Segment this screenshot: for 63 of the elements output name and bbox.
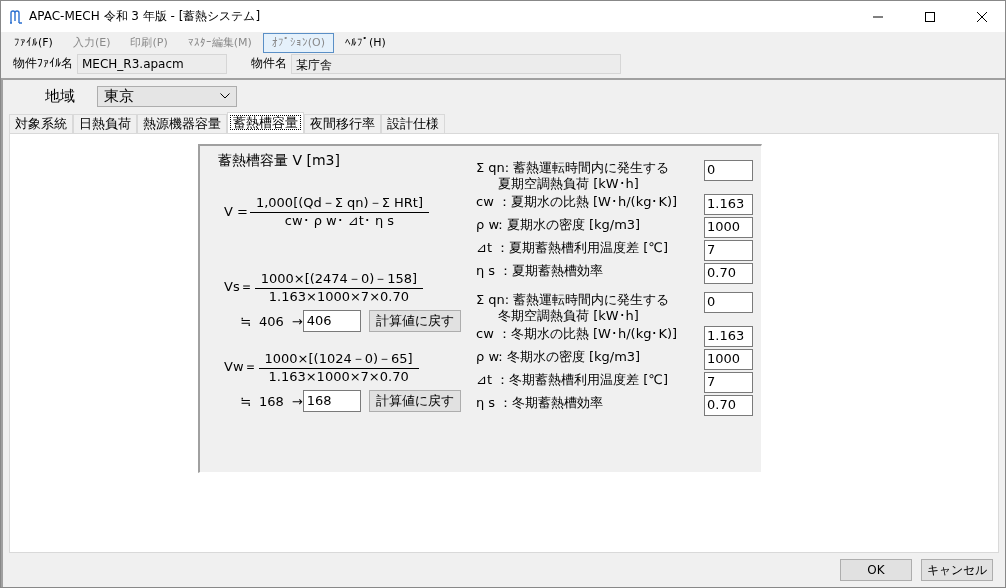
calculated-value: 168 [258, 393, 284, 409]
tab[interactable]: 熱源機器容量 [137, 114, 227, 133]
app-logo-icon [9, 8, 23, 25]
tab[interactable]: 蓄熱槽容量 [227, 112, 304, 133]
parameter-label: cw ：夏期水の比熱 [W･h/(kg･K)] [476, 194, 678, 210]
parameter-field[interactable]: 1.163 [704, 194, 753, 215]
maximize-icon [925, 11, 935, 22]
arrow-sign: → [291, 313, 303, 329]
volume-input-field[interactable]: 406 [302, 310, 361, 332]
field-label: 物件ﾌｧｲﾙ名 [13, 55, 73, 72]
menu-item[interactable]: ﾌｧｲﾙ(F) [5, 32, 62, 53]
cancel-button[interactable]: キャンセル [921, 559, 993, 581]
parameter-label: Σ qn: 蓄熱運転時間内に発生する [476, 292, 670, 308]
parameter-field[interactable]: 0 [704, 292, 753, 313]
parameter-field[interactable]: 0.70 [704, 263, 753, 284]
parameter-label: 冬期空調熱負荷 [kW･h] [497, 308, 640, 324]
formula-numerator: 1,000[(Qd－Σ qn)－Σ HRt] [249, 194, 429, 213]
arrow-sign: → [291, 393, 303, 409]
read-only-field: 某庁舎 [291, 53, 621, 74]
parameter-field[interactable]: 7 [704, 372, 753, 393]
calculated-value: 406 [258, 313, 284, 329]
menu-item[interactable]: ﾍﾙﾌﾟ(H) [336, 32, 395, 53]
tab[interactable]: 夜間移行率 [304, 114, 381, 133]
tab[interactable]: 日熱負荷 [73, 114, 137, 133]
parameter-label: η s ：冬期蓄熱槽効率 [476, 395, 604, 411]
formula-denominator: cw･ ρ w･ ⊿t･ η s [284, 213, 395, 228]
formula-lhs: Vs＝ [224, 278, 253, 296]
approx-sign: ≒ [240, 393, 251, 409]
close-icon [977, 11, 987, 22]
reset-button[interactable]: 計算値に戻す [368, 390, 461, 412]
reset-button[interactable]: 計算値に戻す [368, 310, 461, 332]
approx-sign: ≒ [240, 313, 251, 329]
parameter-field[interactable]: 1.163 [704, 326, 753, 347]
parameter-label: ⊿t ：冬期蓄熱槽利用温度差 [℃] [476, 372, 668, 388]
field-label: 物件名 [251, 55, 287, 72]
region-dropdown[interactable]: 東京 [97, 85, 237, 107]
parameter-field[interactable]: 1000 [704, 217, 753, 238]
volume-input-field[interactable]: 168 [302, 390, 361, 412]
read-only-field: MECH_R3.apacm [77, 53, 227, 74]
parameter-label: ⊿t ：夏期蓄熱槽利用温度差 [℃] [476, 240, 668, 256]
region-label: 地域 [45, 86, 75, 106]
tab[interactable]: 対象系統 [9, 114, 73, 133]
parameter-label: ρ w: 冬期水の密度 [kg/m3] [476, 349, 641, 365]
chevron-down-icon [220, 93, 230, 99]
tab[interactable]: 設計仕様 [381, 114, 445, 133]
section-heading: 蓄熱槽容量 V [m3] [218, 152, 340, 170]
parameter-label: η s ：夏期蓄熱槽効率 [476, 263, 604, 279]
formula-denominator: 1.163×1000×7×0.70 [268, 289, 409, 304]
formula-numerator: 1000×[(2474－0)－158] [254, 270, 424, 289]
parameter-field[interactable]: 1000 [704, 349, 753, 370]
ok-button[interactable]: OK [840, 559, 912, 581]
formula-denominator: 1.163×1000×7×0.70 [268, 369, 409, 384]
parameter-field[interactable]: 7 [704, 240, 753, 261]
window-title: APAC-MECH 令和 3 年版 - [蓄熱システム] [29, 8, 262, 25]
parameter-label: ρ w: 夏期水の密度 [kg/m3] [476, 217, 641, 233]
parameter-label: 夏期空調熱負荷 [kW･h] [497, 176, 640, 192]
parameter-label: Σ qn: 蓄熱運転時間内に発生する [476, 160, 670, 176]
formula-lhs: V = [224, 203, 248, 219]
parameter-field[interactable]: 0 [704, 160, 753, 181]
formula-lhs: Vw＝ [224, 358, 257, 376]
parameter-label: cw ：冬期水の比熱 [W･h/(kg･K)] [476, 326, 678, 342]
formula-numerator: 1000×[(1024－0)－65] [258, 350, 419, 369]
parameter-field[interactable]: 0.70 [704, 395, 753, 416]
